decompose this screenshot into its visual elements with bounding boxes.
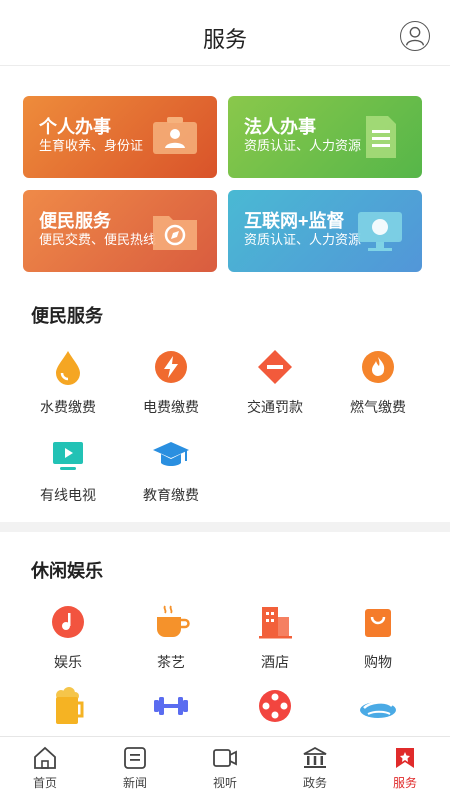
- service-label: 教育缴费: [143, 487, 199, 503]
- card-subtitle: 资质认证、人力资源: [244, 138, 362, 153]
- leisure-item-beer[interactable]: [12, 686, 124, 726]
- card-subtitle: 资质认证、人力资源: [244, 232, 362, 247]
- document-icon: [366, 116, 396, 158]
- leisure-item-movie[interactable]: [219, 686, 331, 726]
- user-icon: [405, 26, 425, 46]
- tab-label: 政务: [302, 776, 327, 790]
- beer-icon: [56, 687, 84, 724]
- leisure-item-shopping[interactable]: 购物: [322, 602, 434, 672]
- monitor-icon: [358, 212, 402, 251]
- service-label: 燃气缴费: [350, 399, 406, 415]
- service-label: 有线电视: [40, 487, 96, 503]
- bottom-tab-bar: 首页 新闻 视听 政务 服务: [0, 736, 450, 800]
- service-item-electricity[interactable]: 电费缴费: [115, 347, 227, 417]
- leisure-label: 娱乐: [54, 654, 82, 670]
- header-bar: 服务: [0, 0, 450, 66]
- tab-video[interactable]: 视听: [195, 745, 255, 791]
- folder-compass-icon: [153, 216, 197, 250]
- service-icon: [396, 748, 414, 768]
- leisure-label: 茶艺: [157, 654, 185, 670]
- leisure-item-entertainment[interactable]: 娱乐: [12, 602, 124, 672]
- card-convenience-services[interactable]: 便民服务 便民交费、便民热线: [23, 190, 217, 272]
- tab-government[interactable]: 政务: [285, 745, 345, 791]
- water-drop-icon: [56, 351, 80, 385]
- section-title-leisure: 休闲娱乐: [31, 561, 103, 581]
- tea-cup-icon: [157, 605, 190, 637]
- service-item-traffic-fine[interactable]: 交通罚款: [219, 347, 331, 417]
- film-reel-icon: [259, 690, 291, 722]
- news-icon: [124, 747, 146, 769]
- leisure-item-hotel[interactable]: 酒店: [219, 602, 331, 672]
- card-subtitle: 便民交费、便民热线: [39, 232, 157, 247]
- tab-label: 新闻: [122, 776, 147, 790]
- service-label: 水费缴费: [40, 399, 96, 415]
- hotel-icon: [259, 607, 292, 639]
- flame-icon: [362, 351, 394, 383]
- card-title: 互联网+监督: [244, 211, 345, 231]
- service-cards: 个人办事 生育收养、身份证 法人办事 资质认证、人力资源 便民服务 便民交费、便…: [23, 96, 422, 274]
- card-title: 便民服务: [39, 211, 111, 231]
- section-divider: [0, 522, 450, 532]
- tab-label: 视听: [212, 776, 237, 790]
- lightning-icon: [155, 351, 187, 383]
- card-internet-supervision[interactable]: 互联网+监督 资质认证、人力资源: [228, 190, 422, 272]
- tv-icon: [53, 442, 83, 470]
- music-icon: [52, 606, 84, 638]
- leisure-label: 酒店: [261, 654, 289, 670]
- page-title: 服务: [202, 27, 247, 52]
- tab-home[interactable]: 首页: [15, 745, 75, 791]
- card-subtitle: 生育收养、身份证: [39, 138, 144, 153]
- section-title-convenience: 便民服务: [31, 306, 103, 326]
- dumbbell-icon: [154, 697, 188, 715]
- tab-service[interactable]: 服务: [375, 745, 435, 791]
- card-title: 个人办事: [39, 117, 111, 137]
- service-item-water[interactable]: 水费缴费: [12, 347, 124, 417]
- home-icon: [34, 746, 56, 769]
- shopping-bag-icon: [365, 609, 391, 637]
- leisure-item-swimming[interactable]: [322, 686, 434, 726]
- service-label: 交通罚款: [247, 399, 303, 415]
- card-personal-affairs[interactable]: 个人办事 生育收养、身份证: [23, 96, 217, 178]
- service-item-gas[interactable]: 燃气缴费: [322, 347, 434, 417]
- tab-label: 首页: [32, 776, 57, 790]
- video-icon: [213, 749, 237, 767]
- no-entry-icon: [258, 350, 292, 384]
- graduation-cap-icon: [153, 442, 189, 466]
- leisure-label: 购物: [364, 654, 392, 670]
- service-item-cable-tv[interactable]: 有线电视: [12, 435, 124, 505]
- card-title: 法人办事: [244, 117, 316, 137]
- swim-icon: [360, 701, 396, 718]
- service-item-education[interactable]: 教育缴费: [115, 435, 227, 505]
- tab-news[interactable]: 新闻: [105, 745, 165, 791]
- service-label: 电费缴费: [143, 399, 199, 415]
- leisure-item-tea[interactable]: 茶艺: [115, 602, 227, 672]
- leisure-item-fitness[interactable]: [115, 686, 227, 726]
- id-card-icon: [153, 117, 197, 154]
- government-icon: [303, 746, 327, 768]
- card-legal-affairs[interactable]: 法人办事 资质认证、人力资源: [228, 96, 422, 178]
- user-avatar-button[interactable]: [400, 21, 430, 51]
- tab-label: 服务: [392, 776, 417, 790]
